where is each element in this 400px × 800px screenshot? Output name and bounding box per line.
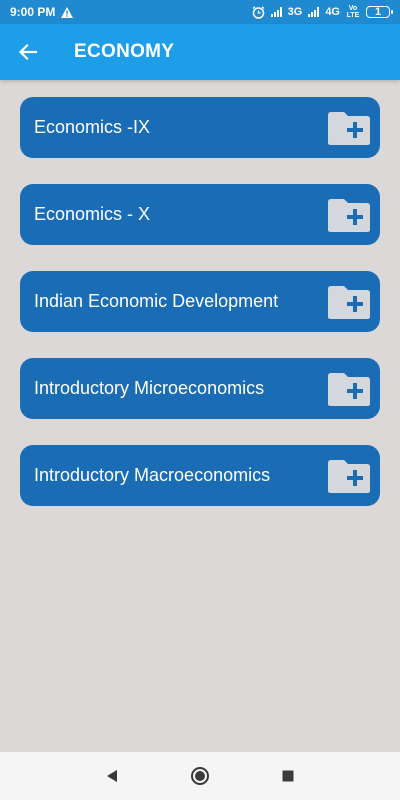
triangle-back-icon <box>107 770 117 782</box>
list-item-label: Economics - X <box>34 204 151 224</box>
folder-plus-icon <box>328 372 370 406</box>
signal-4g-icon <box>308 7 320 17</box>
list-item-label: Introductory Microeconomics <box>34 378 265 398</box>
book-list: Economics -IX Economics - X Indian Econo… <box>20 97 380 532</box>
nav-back-button[interactable] <box>98 762 126 790</box>
back-button[interactable] <box>0 24 56 80</box>
network-3g: 3G <box>287 6 303 18</box>
folder-plus-icon <box>328 285 370 319</box>
nav-home-button[interactable] <box>186 762 214 790</box>
list-item-label: Indian Economic Development <box>34 291 279 311</box>
list-item-economics-ix[interactable]: Economics -IX <box>20 97 380 158</box>
list-item-economics-x[interactable]: Economics - X <box>20 184 380 245</box>
square-recents-icon <box>282 770 294 782</box>
signal-3g-icon <box>270 7 282 17</box>
warning-icon <box>61 6 74 18</box>
list-item-indian-economic-development[interactable]: Indian Economic Development <box>20 271 380 332</box>
folder-plus-icon <box>328 459 370 493</box>
list-item-label: Introductory Macroeconomics <box>34 465 271 485</box>
alarm-icon <box>252 5 265 19</box>
app-bar: ECONOMY <box>0 24 400 80</box>
network-4g: 4G <box>325 6 340 18</box>
status-time: 9:00 PM <box>10 5 56 19</box>
list-item-introductory-microeconomics[interactable]: Introductory Microeconomics <box>20 358 380 419</box>
folder-plus-icon <box>328 111 370 145</box>
battery-level: 1 <box>374 6 382 18</box>
nav-recents-button[interactable] <box>274 762 302 790</box>
battery-icon: 1 <box>366 6 393 18</box>
circle-home-icon <box>191 767 209 785</box>
arrow-left-icon <box>18 43 38 61</box>
folder-plus-icon <box>328 198 370 232</box>
system-nav-bar <box>0 752 400 800</box>
list-item-introductory-macroeconomics[interactable]: Introductory Macroeconomics <box>20 445 380 506</box>
volte-indicator: Vo LTE <box>346 5 360 19</box>
status-bar: 9:00 PM 3G 4G Vo LTE 1 <box>0 0 400 24</box>
list-item-label: Economics -IX <box>34 117 151 137</box>
page-title: ECONOMY <box>74 41 175 62</box>
